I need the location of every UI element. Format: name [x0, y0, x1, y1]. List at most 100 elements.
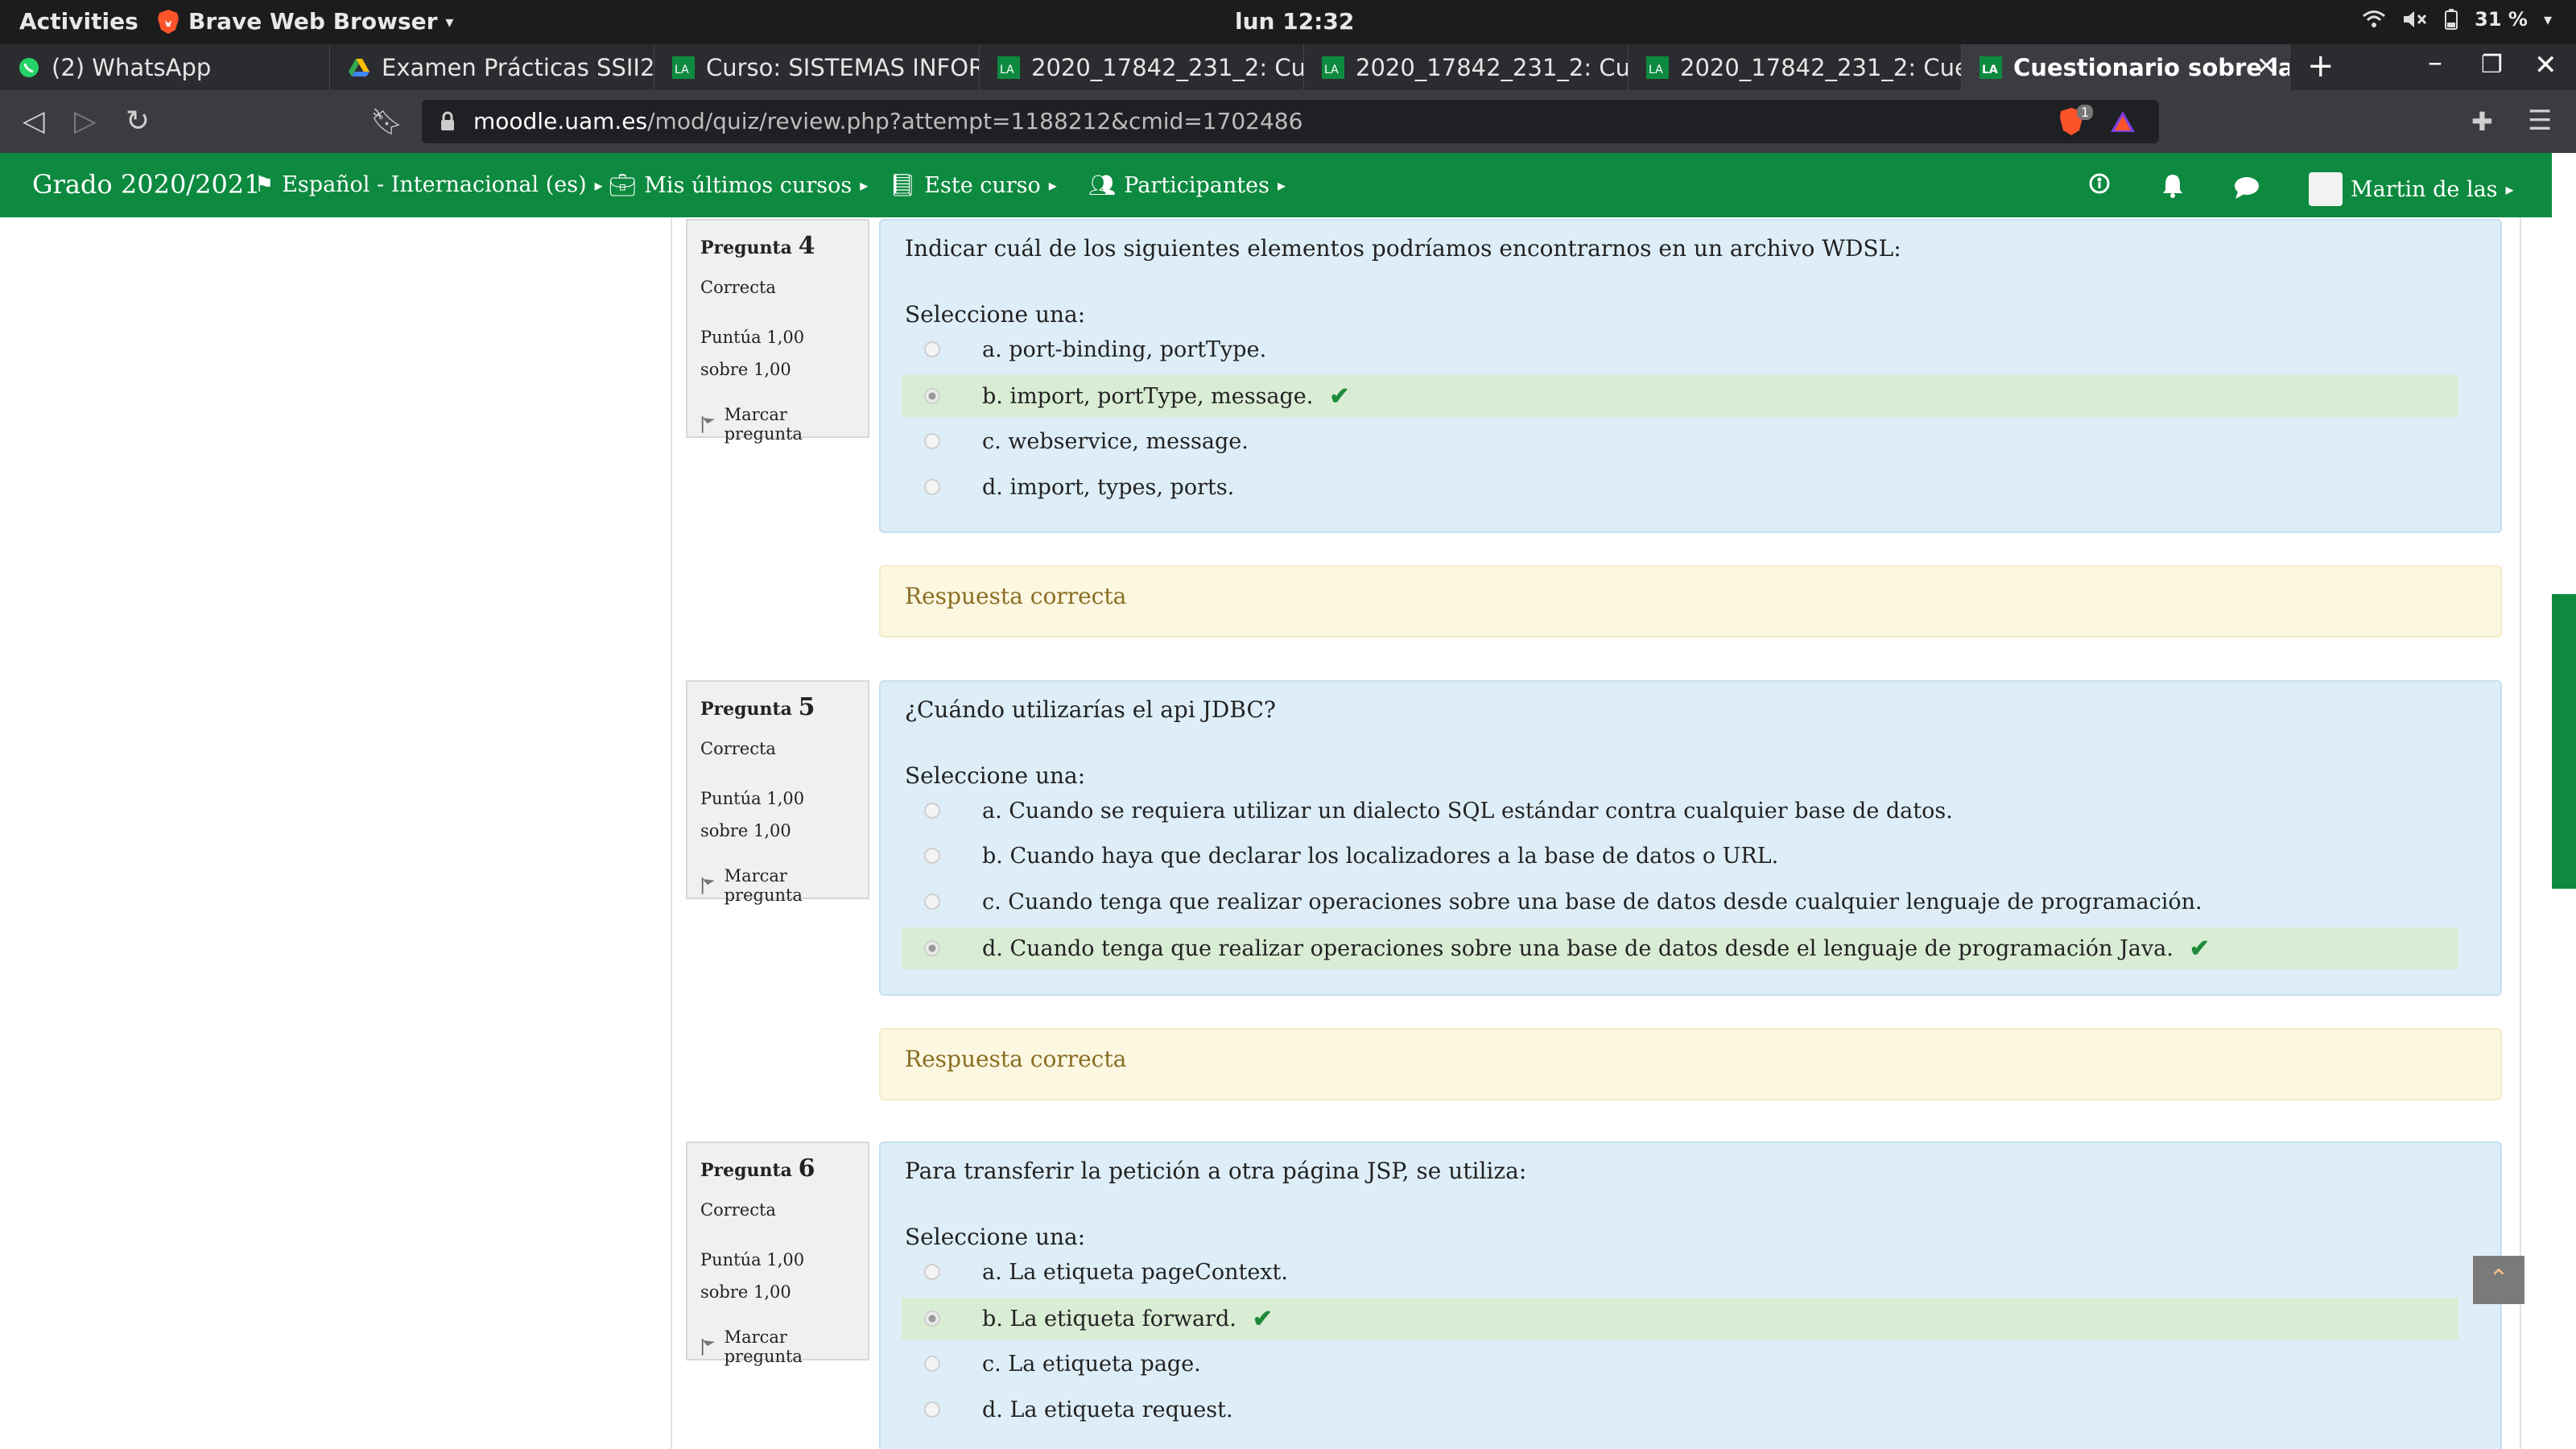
reload-icon[interactable]: ↻	[126, 105, 150, 138]
radio-button-selected[interactable]	[924, 940, 940, 956]
language-label: Español - Internacional (es)	[282, 172, 587, 197]
moodle-icon: LA	[1322, 56, 1344, 79]
url-text[interactable]: moodle.uam.es/mod/quiz/review.php?attemp…	[473, 108, 1302, 134]
back-to-top-button[interactable]: ⌃	[2473, 1256, 2524, 1304]
page-scrollbar-thumb[interactable]	[2552, 594, 2576, 889]
participants-menu[interactable]: 👥︎ Participantes ▸	[1088, 172, 1286, 199]
menu-icon[interactable]: ☰	[2528, 105, 2552, 137]
clock[interactable]: lun 12:32	[1235, 8, 1354, 35]
answer-option[interactable]: b. Cuando haya que declarar los localiza…	[902, 835, 2458, 877]
forward-icon[interactable]: ▷	[74, 105, 97, 138]
extensions-icon[interactable]: ✚	[2471, 106, 2493, 137]
maximize-window-button[interactable]: ❐	[2481, 51, 2503, 79]
flag-label: Marcar pregunta	[724, 1327, 803, 1366]
battery-level: 31 %	[2475, 8, 2528, 31]
avatar	[2309, 172, 2343, 206]
back-icon[interactable]: ◁	[23, 105, 45, 138]
answer-option[interactable]: a. port-binding, portType.	[902, 328, 2458, 370]
answer-text: a. La etiqueta pageContext.	[982, 1259, 1288, 1285]
answer-text: a. Cuando se requiera utilizar un dialec…	[982, 798, 1953, 824]
radio-button[interactable]	[924, 479, 940, 495]
bookmark-icon[interactable]: 🔖︎	[370, 106, 403, 137]
tab-cuestionario-2[interactable]: LA 2020_17842_231_2: Cue	[1304, 44, 1629, 90]
messages-button[interactable]	[2233, 175, 2260, 200]
question-state: Correcta	[700, 739, 776, 758]
answer-option[interactable]: d. La etiqueta request.	[902, 1389, 2458, 1430]
site-brand[interactable]: Grado 2020/2021	[32, 169, 261, 200]
this-course-menu[interactable]: 📘︎ Este curso ▸	[889, 172, 1057, 199]
tab-whatsapp[interactable]: (2) WhatsApp	[0, 44, 330, 90]
answer-text: b. La etiqueta forward.	[982, 1306, 1236, 1331]
close-window-button[interactable]: ✕	[2534, 49, 2557, 81]
google-drive-icon	[349, 58, 369, 76]
radio-button-selected[interactable]	[924, 388, 940, 404]
question-number: Pregunta 4	[700, 232, 855, 260]
accessibility-button[interactable]	[2088, 172, 2111, 195]
answer-text: c. webservice, message.	[982, 428, 1249, 454]
tab-examen-practicas[interactable]: Examen Prácticas SSII2 -	[330, 44, 654, 90]
flag-question-link[interactable]: Marcar pregunta	[700, 405, 855, 444]
activities-button[interactable]: Activities	[19, 8, 138, 35]
brave-rewards-button[interactable]	[2109, 109, 2136, 137]
moodle-icon: LA	[997, 56, 1020, 79]
question-info-6: Pregunta 6 Correcta Puntúa 1,00 sobre 1,…	[686, 1141, 869, 1366]
checkmark-icon: ✔	[2189, 934, 2210, 963]
moodle-icon: LA	[672, 56, 695, 79]
rewards-triangle-icon	[2111, 111, 2135, 132]
answer-option[interactable]: d. import, types, ports.	[902, 466, 2458, 508]
tab-cuestionario-active[interactable]: LA Cuestionario sobre la ✕	[1962, 44, 2290, 90]
tab-curso-sistemas[interactable]: LA Curso: SISTEMAS INFORI	[654, 44, 980, 90]
user-menu[interactable]: Martin de las ▸	[2309, 172, 2514, 206]
language-menu[interactable]: ⚑ Español - Internacional (es) ▸	[254, 172, 603, 197]
moodle-navbar: Grado 2020/2021 ⚑ Español - Internaciona…	[0, 153, 2552, 217]
answer-option-correct[interactable]: d. Cuando tenga que realizar operaciones…	[902, 927, 2458, 969]
answer-option[interactable]: c. webservice, message.	[902, 420, 2458, 462]
tab-cuestionario-3[interactable]: LA 2020_17842_231_2: Cue	[1629, 44, 1962, 90]
radio-button[interactable]	[924, 894, 940, 910]
caret-right-icon: ▸	[860, 175, 869, 195]
answer-text: d. import, types, ports.	[982, 474, 1235, 500]
notifications-button[interactable]	[2161, 172, 2185, 198]
system-tray[interactable]: 31 % ▾	[2362, 8, 2552, 31]
chevron-down-icon: ▾	[2543, 10, 2552, 29]
tab-label: 2020_17842_231_2: Cue	[1356, 53, 1629, 81]
participants-label: Participantes	[1124, 172, 1269, 198]
flag-question-link[interactable]: Marcar pregunta	[700, 1327, 855, 1366]
users-icon: 👥︎	[1088, 173, 1117, 198]
address-bar[interactable]: moodle.uam.es/mod/quiz/review.php?attemp…	[422, 100, 2159, 143]
radio-button[interactable]	[924, 803, 940, 819]
brave-shields-button[interactable]: 1	[2058, 105, 2094, 140]
answer-option-correct[interactable]: b. import, portType, message. ✔	[902, 375, 2458, 417]
radio-button[interactable]	[924, 1402, 940, 1418]
caret-right-icon: ▸	[2505, 180, 2514, 199]
radio-button[interactable]	[924, 433, 940, 449]
radio-button-selected[interactable]	[924, 1311, 940, 1327]
radio-button[interactable]	[924, 848, 940, 864]
browser-nav-bar: ◁ ▷ ↻ 🔖︎ moodle.uam.es/mod/quiz/review.p…	[0, 90, 2576, 153]
close-tab-icon[interactable]: ✕	[2256, 52, 2277, 80]
radio-button[interactable]	[924, 1264, 940, 1280]
new-tab-button[interactable]: +	[2307, 47, 2334, 85]
answer-option[interactable]: a. Cuando se requiera utilizar un dialec…	[902, 790, 2458, 832]
svg-text:LA: LA	[1982, 64, 1998, 76]
brave-lion-icon	[158, 9, 179, 34]
flag-icon	[701, 877, 715, 894]
recent-courses-label: Mis últimos cursos	[644, 172, 852, 198]
question-number: Pregunta 6	[700, 1154, 855, 1183]
bell-icon	[2163, 175, 2182, 198]
minimize-window-button[interactable]: –	[2428, 46, 2442, 79]
arrow-up-icon: ⌃	[2488, 1265, 2509, 1293]
briefcase-icon: 💼︎	[609, 173, 637, 198]
radio-button[interactable]	[924, 1356, 940, 1372]
answer-option[interactable]: a. La etiqueta pageContext.	[902, 1251, 2458, 1293]
answer-option-correct[interactable]: b. La etiqueta forward. ✔	[902, 1298, 2458, 1340]
question-state: Correcta	[700, 1200, 776, 1220]
question-state: Correcta	[700, 278, 776, 297]
radio-button[interactable]	[924, 341, 940, 357]
answer-option[interactable]: c. La etiqueta page.	[902, 1343, 2458, 1385]
recent-courses-menu[interactable]: 💼︎ Mis últimos cursos ▸	[609, 172, 869, 199]
tab-cuestionario-1[interactable]: LA 2020_17842_231_2: Cue	[980, 44, 1304, 90]
app-menu[interactable]: Brave Web Browser ▾	[156, 8, 453, 35]
flag-question-link[interactable]: Marcar pregunta	[700, 866, 855, 905]
answer-option[interactable]: c. Cuando tenga que realizar operaciones…	[902, 881, 2458, 923]
